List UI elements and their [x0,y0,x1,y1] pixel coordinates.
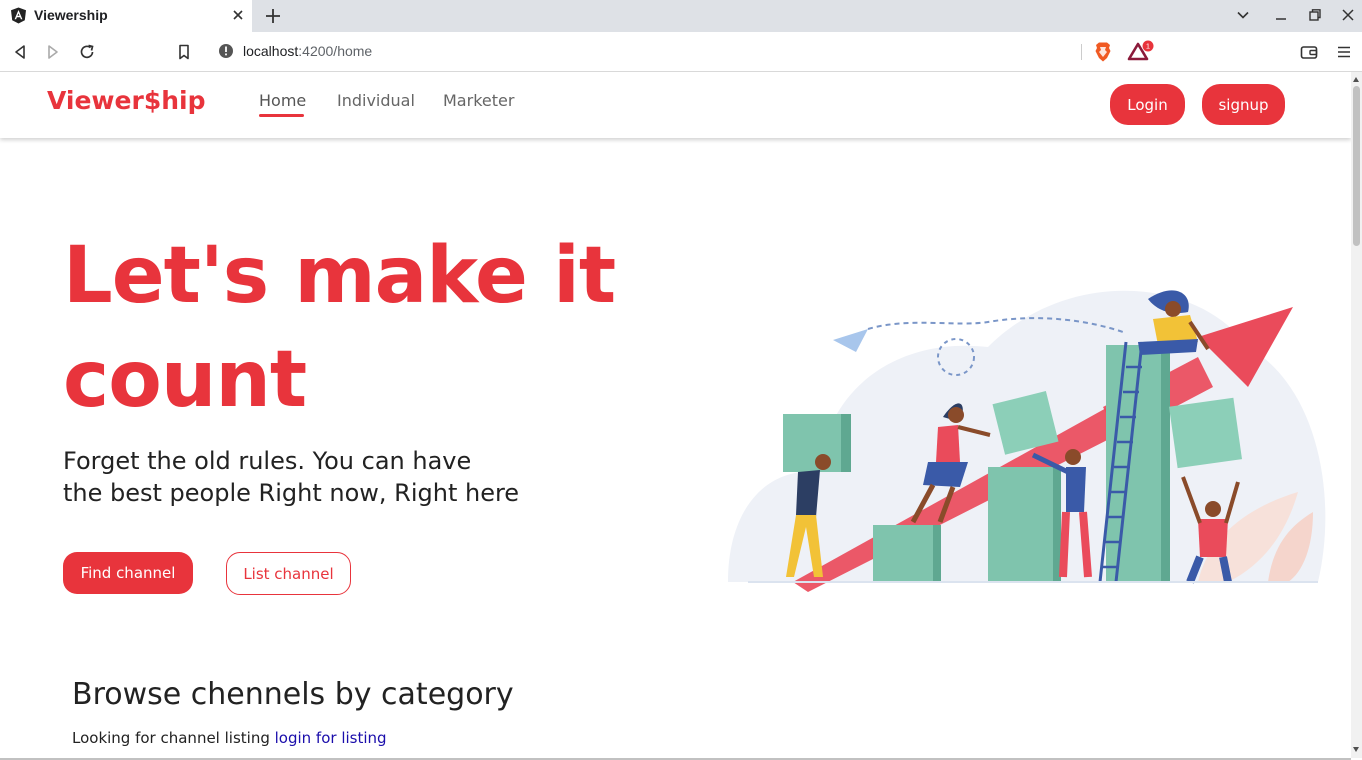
back-icon[interactable] [10,42,30,62]
site-info-icon[interactable] [218,43,234,59]
browser-tab-strip: Viewership [0,0,1362,32]
new-tab-plus-icon[interactable] [263,6,283,26]
login-for-listing-link[interactable]: login for listing [275,729,387,747]
browser-toolbar: localhost:4200/home 1 [0,32,1362,72]
brave-shields-icon[interactable] [1093,41,1113,63]
bookmark-icon[interactable] [174,42,194,62]
url-path: :4200/home [298,43,373,59]
rewards-badge-count: 1 [1146,42,1150,51]
angular-favicon-icon [11,7,26,24]
page-scrollbar[interactable] [1351,72,1362,758]
wallet-icon[interactable] [1299,42,1319,62]
hero-title: Let's make it count [63,231,616,425]
scroll-thumb[interactable] [1353,86,1360,246]
reload-icon[interactable] [77,42,97,62]
forward-icon[interactable] [43,42,63,62]
browse-text: Looking for channel listing [72,729,270,747]
close-tab-icon[interactable] [230,7,246,23]
scroll-up-arrow-icon[interactable] [1353,77,1359,82]
site-navbar: Viewer$hip Home Individual Marketer Logi… [0,72,1351,138]
url-text: localhost:4200/home [243,43,372,59]
close-window-icon[interactable] [1341,8,1355,22]
signup-button[interactable]: signup [1202,84,1285,125]
hero-subtitle-line2: the best people Right now, Right here [63,479,520,507]
menu-icon[interactable] [1334,42,1354,62]
hero-subtitle-line1: Forget the old rules. You can have [63,447,472,475]
find-channel-button[interactable]: Find channel [63,552,193,594]
nav-link-marketer[interactable]: Marketer [443,91,514,110]
hero-subtitle: Forget the old rules. You can have the b… [63,445,563,509]
browser-tab[interactable]: Viewership [0,0,252,32]
url-host: localhost [243,43,299,59]
address-bar[interactable]: localhost:4200/home 1 [208,35,1158,67]
tab-title: Viewership [34,7,108,23]
list-channel-button[interactable]: List channel [226,552,351,595]
scroll-down-arrow-icon[interactable] [1353,747,1359,752]
nav-link-individual[interactable]: Individual [337,91,415,110]
tab-list-chevron-icon[interactable] [1236,8,1250,22]
page-viewport: Viewer$hip Home Individual Marketer Logi… [0,72,1351,758]
browse-section-text: Looking for channel listing login for li… [72,729,387,747]
site-logo[interactable]: Viewer$hip [47,86,205,115]
hero-illustration [728,290,1326,592]
browse-section-title: Browse chennels by category [72,677,514,712]
brave-rewards-icon[interactable]: 1 [1127,40,1155,62]
login-button[interactable]: Login [1110,84,1185,125]
nav-active-underline [259,114,304,117]
omnibox-divider [1081,44,1082,60]
restore-icon[interactable] [1308,8,1322,22]
nav-link-home[interactable]: Home [259,91,306,110]
minimize-icon[interactable] [1274,8,1288,22]
